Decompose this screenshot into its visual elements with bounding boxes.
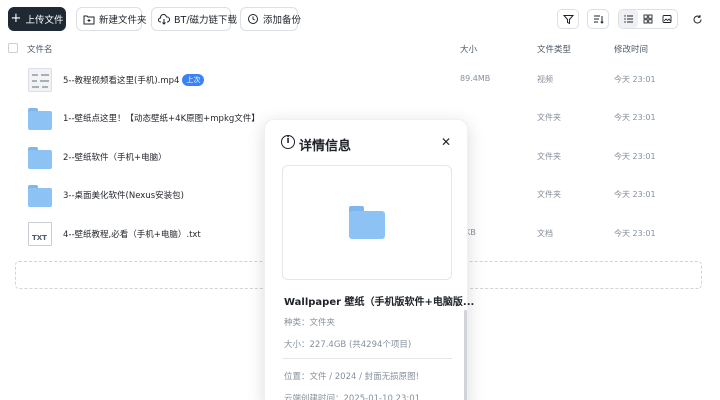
file-type: 文档 — [537, 229, 553, 238]
image-view-icon — [662, 15, 672, 23]
header-size[interactable]: 大小 — [460, 43, 477, 55]
txt-label: TXT — [32, 234, 47, 242]
file-size: 89.4MB — [460, 74, 491, 83]
details-title: 详情信息 — [299, 139, 352, 154]
cloud-download-icon — [158, 13, 170, 25]
bt-download-button[interactable]: BT/磁力链下载 — [151, 7, 237, 31]
file-type: 视频 — [537, 75, 553, 84]
file-type: 文件夹 — [537, 152, 561, 161]
add-backup-button[interactable]: 添加备份 — [240, 7, 302, 31]
filter-button[interactable] — [557, 9, 579, 29]
file-name-text: 5--教程视频看这里(手机).mp4 — [63, 76, 180, 86]
new-folder-label: 新建文件夹 — [99, 15, 147, 26]
grid-view-icon — [643, 14, 653, 24]
table-row[interactable]: 5--教程视频看这里(手机).mp4 上次 89.4MB 视频 今天 23:01 — [0, 62, 720, 100]
list-view-icon — [623, 15, 633, 23]
file-date: 今天 23:01 — [614, 190, 656, 199]
upload-button-label: 上传文件 — [25, 15, 64, 26]
file-date: 今天 23:01 — [614, 75, 656, 84]
file-date: 今天 23:01 — [614, 113, 656, 122]
info-icon: i — [281, 135, 295, 149]
folder-icon — [349, 206, 385, 239]
file-date: 今天 23:01 — [614, 152, 656, 161]
file-name: 4--壁纸教程,必看（手机+电脑）.txt — [63, 230, 201, 240]
folder-preview — [282, 165, 452, 280]
list-view-button[interactable] — [619, 10, 639, 28]
folder-icon — [28, 183, 52, 207]
details-size: 大小：227.4GB (共4294个项目) — [284, 340, 412, 350]
close-icon: ✕ — [441, 135, 452, 149]
bt-download-label: BT/磁力链下载 — [174, 15, 238, 26]
thumbnail-view-button[interactable] — [658, 10, 677, 28]
upload-button[interactable]: + 上传文件 — [8, 7, 66, 31]
sort-button[interactable] — [587, 9, 609, 29]
backup-icon — [247, 13, 259, 25]
file-name: 3--桌面美化软件(Nexus安装包) — [63, 191, 184, 201]
file-name: 5--教程视频看这里(手机).mp4 上次 — [63, 74, 205, 86]
details-location: 位置：文件 / 2024 / 封面无损原图! — [284, 372, 420, 382]
header-type[interactable]: 文件类型 — [537, 43, 571, 55]
refresh-icon — [693, 14, 702, 24]
details-panel: i 详情信息 ✕ Wallpaper 壁纸（手机版软件+电脑版... 种类：文件… — [264, 119, 474, 400]
toolbar: + 上传文件 新建文件夹 BT/磁力链下载 添加备份 — [0, 0, 720, 38]
file-name: 2--壁纸软件（手机+电脑） — [63, 153, 167, 163]
plus-icon: + — [10, 11, 22, 26]
file-type: 文件夹 — [537, 190, 561, 199]
select-all-checkbox[interactable] — [8, 43, 18, 53]
details-kind: 种类：文件夹 — [284, 318, 336, 328]
folder-icon — [28, 145, 52, 169]
folder-icon — [28, 106, 52, 130]
video-thumbnail-icon — [28, 68, 52, 92]
grid-view-button[interactable] — [638, 10, 657, 28]
details-created: 云端创建时间：2025-01-10 23:01 — [284, 394, 421, 400]
header-name[interactable]: 文件名 — [27, 43, 53, 55]
close-button[interactable]: ✕ — [441, 135, 451, 149]
header-date[interactable]: 修改时间 — [614, 43, 648, 55]
details-divider — [282, 358, 452, 359]
sort-icon — [593, 15, 604, 24]
last-viewed-badge: 上次 — [182, 74, 205, 86]
filter-icon — [562, 14, 574, 24]
folder-plus-icon — [83, 13, 95, 25]
file-date: 今天 23:01 — [614, 229, 656, 238]
details-scrollbar[interactable] — [464, 310, 467, 400]
add-backup-label: 添加备份 — [263, 15, 302, 26]
details-file-name: Wallpaper 壁纸（手机版软件+电脑版... — [284, 297, 475, 308]
txt-file-icon: TXT — [28, 222, 52, 246]
file-type: 文件夹 — [537, 113, 561, 122]
refresh-button[interactable] — [689, 10, 705, 28]
view-mode-group — [618, 9, 678, 29]
table-header: 文件名 大小 文件类型 修改时间 — [0, 40, 720, 58]
new-folder-button[interactable]: 新建文件夹 — [76, 7, 147, 31]
file-name: 1--壁纸点这里！【动态壁纸+4K原图+mpkg文件】 — [63, 114, 260, 124]
